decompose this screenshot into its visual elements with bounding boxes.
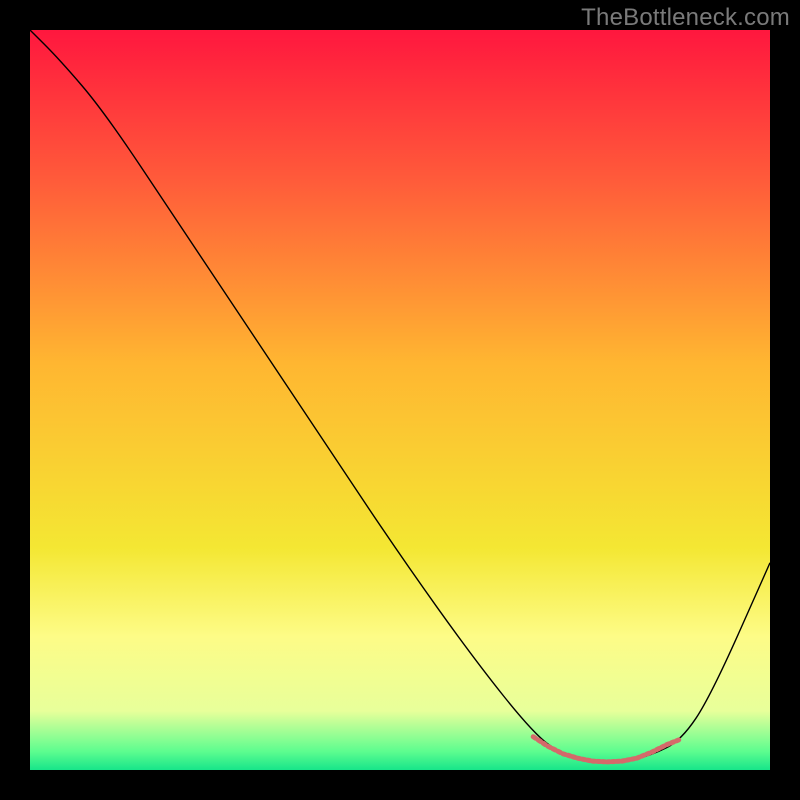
gradient-bg xyxy=(30,30,770,770)
plot-svg xyxy=(30,30,770,770)
plot-area xyxy=(30,30,770,770)
chart-container: TheBottleneck.com xyxy=(0,0,800,800)
watermark-label: TheBottleneck.com xyxy=(581,4,790,32)
